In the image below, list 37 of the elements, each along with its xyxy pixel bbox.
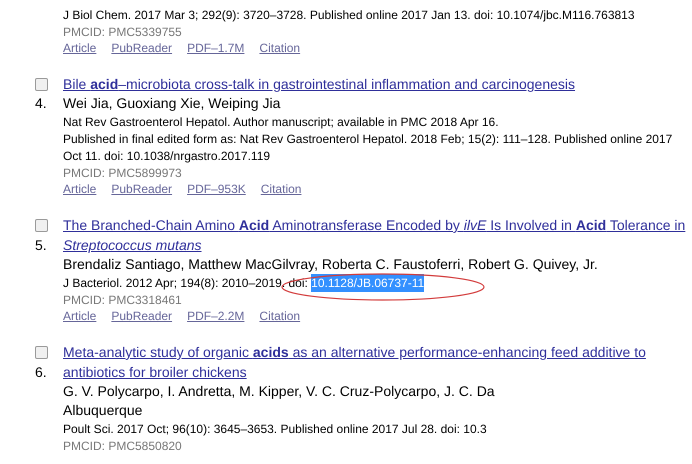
result-link[interactable]: Article — [63, 39, 96, 57]
citation-text: J Biol Chem. 2017 Mar 3; 292(9): 3720–3728. Published online 2017 Jan 13. doi: 10.1074/jbc.M116.763813 — [63, 6, 635, 24]
citation-text: Nat Rev Gastroenterol Hepatol. Author manuscript; available in PMC 2018 Apr 16. — [63, 114, 499, 130]
select-checkbox[interactable] — [35, 346, 48, 358]
article-title-link[interactable]: Streptococcus mutans — [63, 235, 202, 255]
result-link[interactable]: Citation — [259, 307, 300, 325]
result-number: 5. — [35, 236, 47, 254]
select-checkbox[interactable] — [35, 78, 48, 90]
pmcid-text: PMCID: PMC5899973 — [63, 164, 182, 182]
pmcid-text: PMCID: PMC5339755 — [63, 24, 182, 40]
result-link[interactable]: Article — [63, 180, 96, 198]
pmcid-text: PMCID: PMC3318461 — [63, 292, 182, 308]
result-link[interactable]: PDF–2.2M — [187, 307, 244, 325]
pmcid-text: PMCID: PMC5850820 — [63, 438, 182, 454]
citation-text: Poult Sci. 2017 Oct; 96(10): 3645–3653. Published online 2017 Jul 28. doi: 10.3 — [63, 420, 487, 438]
article-title-link[interactable]: Meta-analytic study of organic acids as an alternative performance-enhancing feed additive to — [63, 342, 646, 362]
citation-text: Oct 11. doi: 10.1038/nrgastro.2017.119 — [63, 148, 270, 164]
result-link[interactable]: Citation — [260, 180, 302, 198]
authors: Wei Jia, Guoxiang Xie, Weiping Jia — [63, 94, 280, 113]
authors: Albuquerque — [63, 401, 142, 420]
authors: G. V. Polycarpo, I. Andretta, M. Kipper, V. C. Cruz-Polycarpo, J. C. Da — [63, 382, 495, 401]
authors: Brendaliz Santiago, Matthew MacGilvray, Roberta C. Faustoferri, Robert G. Quivey, Jr. — [63, 255, 598, 274]
result-link[interactable]: PubReader — [111, 39, 172, 57]
result-link[interactable]: Article — [63, 307, 96, 325]
selected-doi: 10.1128/JB.06737-11 — [311, 274, 424, 292]
article-title-link[interactable]: antibiotics for broiler chickens — [63, 362, 247, 382]
article-title-link[interactable]: The Branched-Chain Amino Acid Aminotransferase Encoded by ilvE Is Involved in Acid Tolerance in — [63, 215, 686, 235]
result-number: 4. — [35, 94, 47, 110]
result-link[interactable]: PDF–1.7M — [187, 39, 244, 57]
result-link[interactable]: PubReader — [111, 180, 172, 198]
select-checkbox[interactable] — [35, 218, 48, 232]
result-link[interactable]: PubReader — [111, 307, 172, 325]
article-title-link[interactable]: Bile acid–microbiota cross-talk in gastrointestinal inflammation and carcinogenesis — [63, 74, 576, 94]
result-number: 6. — [35, 362, 47, 382]
result-link[interactable]: PDF–953K — [187, 180, 246, 198]
citation-text: Published in final edited form as: Nat Rev Gastroenterol Hepatol. 2018 Feb; 15(2): 111–128. Published online 2017 — [63, 130, 672, 148]
result-link[interactable]: Citation — [259, 39, 300, 57]
